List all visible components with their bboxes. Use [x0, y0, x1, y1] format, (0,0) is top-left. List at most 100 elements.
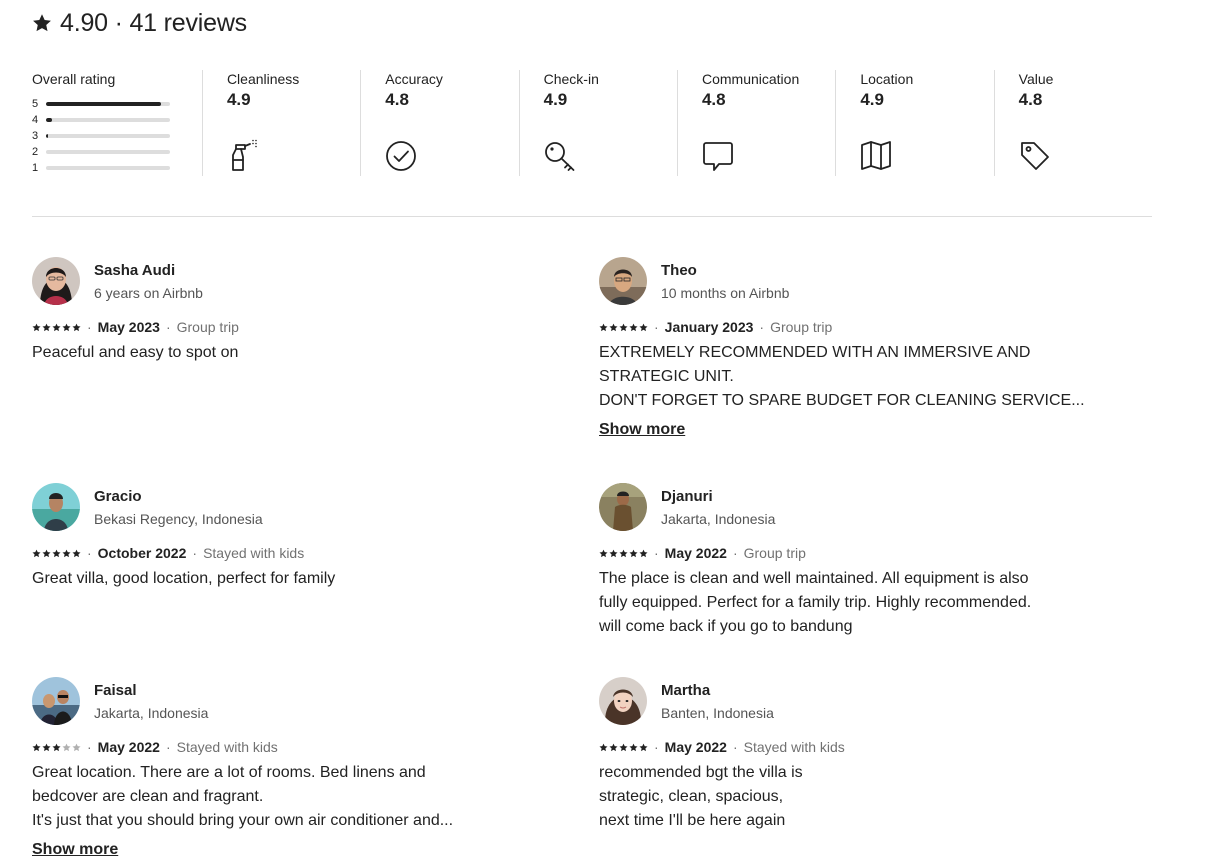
review-text-line: STRATEGIC UNIT. — [599, 368, 734, 385]
review-text-line: DON'T FORGET TO SPARE BUDGET FOR CLEANIN… — [599, 392, 1085, 409]
category-communication: Communication 4.8 — [676, 70, 835, 176]
rating-bar-track — [46, 134, 170, 138]
category-value: Value 4.8 — [993, 70, 1152, 176]
category-value: 4.8 — [701, 90, 726, 109]
review-text-line: EXTREMELY RECOMMENDED WITH AN IMMERSIVE … — [599, 344, 1031, 361]
avatar[interactable] — [32, 257, 80, 305]
separator-dot: · — [165, 739, 171, 755]
avatar[interactable] — [599, 483, 647, 531]
star-filled-icon — [52, 323, 61, 331]
star-filled-icon — [42, 323, 51, 331]
rating-bar-row: 3 — [32, 128, 202, 144]
rating-bar-label: 1 — [32, 162, 39, 174]
price-tag-icon — [1019, 138, 1051, 172]
review-stars — [32, 743, 81, 752]
map-icon — [860, 138, 892, 172]
star-filled-icon — [42, 549, 51, 557]
avatar[interactable] — [599, 677, 647, 725]
review-date: May 2022 — [664, 545, 727, 561]
star-filled-icon — [72, 323, 81, 331]
show-more-link[interactable]: Show more — [32, 840, 118, 860]
show-more-link[interactable]: Show more — [599, 420, 685, 440]
star-filled-icon — [639, 549, 648, 557]
rating-bar-fill — [46, 102, 162, 106]
category-value: 4.9 — [543, 90, 568, 109]
star-empty-icon — [72, 743, 81, 751]
review-text: recommended bgt the villa is strategic, … — [599, 761, 1069, 833]
rating-bar-fill — [46, 134, 49, 138]
avatar[interactable] — [32, 677, 80, 725]
review-meta: · May 2022 · Group trip — [599, 544, 806, 562]
separator-dot: · — [87, 545, 92, 561]
check-circle-icon — [385, 138, 417, 172]
reviewer-name: Faisal — [94, 682, 137, 699]
reviewer-subtitle: Banten, Indonesia — [661, 705, 774, 721]
review-text-line: bedcover are clean and fragrant. — [32, 788, 264, 805]
rating-bar-row: 4 — [32, 112, 202, 128]
rating-bar-track — [46, 102, 170, 106]
review-text: The place is clean and well maintained. … — [599, 567, 1069, 639]
review-text-line: The place is clean and well maintained. … — [599, 570, 1029, 587]
review-text-line: Great villa, good location, perfect for … — [32, 570, 336, 587]
avatar[interactable] — [599, 257, 647, 305]
separator-dot: · — [759, 319, 765, 335]
review-stars — [32, 323, 81, 332]
separator-dot: · — [732, 545, 738, 561]
rating-bar-label: 3 — [32, 130, 39, 142]
review-meta: · January 2023 · Group trip — [599, 318, 832, 336]
star-filled-icon — [629, 743, 638, 751]
category-check-in: Check-in 4.9 — [518, 70, 677, 176]
avatar[interactable] — [32, 483, 80, 531]
star-filled-icon — [609, 549, 618, 557]
review-meta: · October 2022 · Stayed with kids — [32, 544, 304, 562]
category-accuracy: Accuracy 4.8 — [360, 70, 518, 176]
star-filled-icon — [599, 549, 608, 557]
spray-bottle-icon — [227, 138, 259, 172]
star-filled-icon — [62, 323, 71, 331]
chat-bubble-icon — [702, 138, 734, 172]
rating-bar-row: 1 — [32, 160, 202, 176]
review-date: May 2022 — [97, 739, 160, 755]
review-text-line: strategic, clean, spacious, — [599, 788, 784, 805]
category-title: Value — [1018, 71, 1054, 87]
overall-rating-label: Overall rating — [32, 71, 116, 87]
rating-bar-row: 2 — [32, 144, 202, 160]
separator-dot: · — [87, 739, 92, 755]
category-value: 4.9 — [860, 90, 884, 109]
review-text: EXTREMELY RECOMMENDED WITH AN IMMERSIVE … — [599, 341, 1085, 413]
rating-bar-track — [46, 118, 170, 122]
star-empty-icon — [62, 743, 71, 751]
trip-type: Stayed with kids — [203, 545, 305, 561]
star-filled-icon — [619, 549, 628, 557]
reviewer-name: Martha — [661, 682, 711, 699]
star-filled-icon — [619, 323, 628, 331]
overall-rating: Overall rating 5 4 3 2 1 — [32, 70, 202, 176]
review-stars — [599, 549, 648, 558]
review-date: October 2022 — [97, 545, 187, 561]
reviewer-name: Djanuri — [661, 488, 713, 505]
rating-bar-fill — [46, 118, 53, 122]
star-filled-icon — [599, 743, 608, 751]
review-text: Peaceful and easy to spot on — [32, 341, 502, 365]
star-filled-icon — [62, 549, 71, 557]
rating-bar-row: 5 — [32, 96, 202, 112]
key-icon — [544, 138, 576, 172]
separator-dot: · — [165, 319, 171, 335]
star-filled-icon — [42, 743, 51, 751]
rating-bar-track — [46, 166, 170, 170]
review-text-line: recommended bgt the villa is — [599, 764, 803, 781]
star-icon — [32, 13, 52, 33]
trip-type: Group trip — [176, 319, 239, 335]
star-filled-icon — [609, 743, 618, 751]
star-filled-icon — [32, 323, 41, 331]
review-date: May 2022 — [664, 739, 727, 755]
trip-type: Group trip — [743, 545, 806, 561]
rating-distribution: 5 4 3 2 1 — [32, 96, 202, 176]
review-stars — [599, 323, 648, 332]
trip-type: Stayed with kids — [743, 739, 845, 755]
review-text: Great location. There are a lot of rooms… — [32, 761, 502, 833]
reviewer-subtitle: Jakarta, Indonesia — [94, 705, 209, 721]
separator-dot: · — [732, 739, 738, 755]
review-date: January 2023 — [664, 319, 754, 335]
star-filled-icon — [619, 743, 628, 751]
